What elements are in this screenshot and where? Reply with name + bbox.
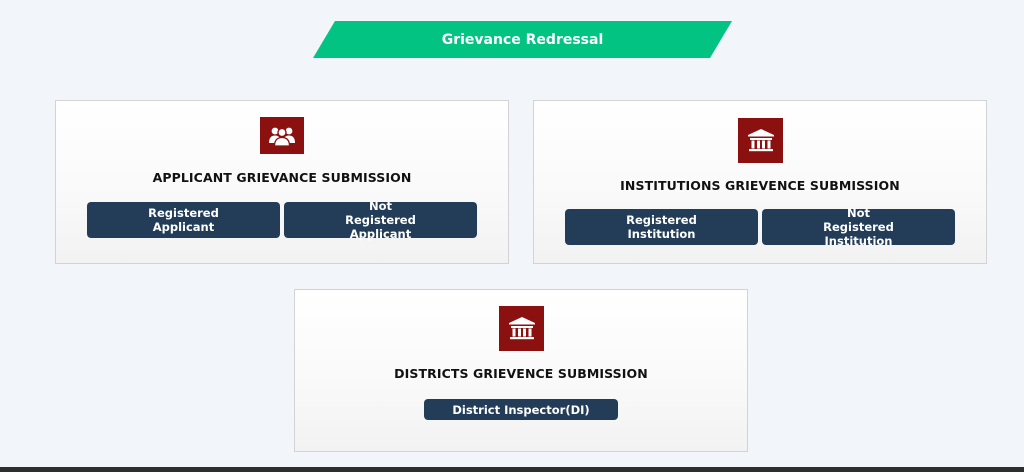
not-registered-institution-button[interactable]: Not Registered Institution: [762, 206, 955, 248]
districts-grievance-card: DISTRICTS GRIEVENCE SUBMISSION District …: [294, 289, 748, 452]
page-title: Grievance Redressal: [441, 31, 604, 48]
institutions-grievance-card: INSTITUTIONS GRIEVENCE SUBMISSION Regist…: [533, 100, 987, 264]
districts-card-title: DISTRICTS GRIEVENCE SUBMISSION: [394, 366, 648, 381]
not-registered-institution-label: Not Registered Institution: [823, 206, 894, 248]
users-icon: [260, 117, 304, 154]
not-registered-applicant-button[interactable]: Not Registered Applicant: [284, 199, 477, 241]
not-registered-applicant-label: Not Registered Applicant: [345, 199, 416, 241]
institutions-card-title: INSTITUTIONS GRIEVENCE SUBMISSION: [620, 178, 900, 193]
page-banner: Grievance Redressal: [313, 21, 732, 58]
institution-building-icon: [738, 118, 783, 163]
registered-applicant-label: Registered Applicant: [148, 206, 219, 234]
institution-building-icon: [499, 306, 544, 351]
bottom-bar: [0, 467, 1024, 472]
applicant-card-title: APPLICANT GRIEVANCE SUBMISSION: [152, 170, 412, 185]
registered-institution-label: Registered Institution: [626, 213, 697, 241]
registered-institution-button[interactable]: Registered Institution: [565, 209, 758, 245]
applicant-grievance-card: APPLICANT GRIEVANCE SUBMISSION Registere…: [55, 100, 509, 264]
district-inspector-button[interactable]: District Inspector(DI): [424, 399, 618, 420]
district-inspector-label: District Inspector(DI): [452, 402, 590, 417]
registered-applicant-button[interactable]: Registered Applicant: [87, 202, 280, 238]
